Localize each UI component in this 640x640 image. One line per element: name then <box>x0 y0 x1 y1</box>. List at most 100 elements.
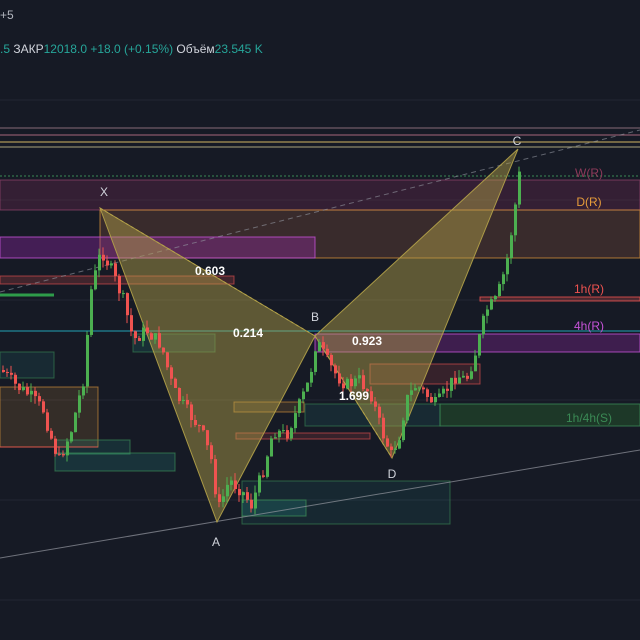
candle-body <box>134 331 137 339</box>
candle-body <box>442 388 445 394</box>
candle-body <box>122 293 125 295</box>
level-label-weekly: W(R) <box>575 166 603 180</box>
candle-body <box>390 446 393 450</box>
candle-body <box>82 386 85 396</box>
candle-body <box>510 235 513 259</box>
candle-body <box>354 378 357 387</box>
candle-body <box>270 438 273 457</box>
candle-body <box>142 327 145 341</box>
candle-body <box>46 412 49 431</box>
one-hour-resistance-zone[interactable] <box>479 296 640 302</box>
candle-body <box>238 489 241 496</box>
ratio-label-xb: 0.214 <box>233 326 263 340</box>
candle-body <box>166 352 169 368</box>
candle-body <box>258 475 261 493</box>
candle-body <box>218 494 221 502</box>
candle-body <box>298 399 301 414</box>
candle-body <box>10 372 13 375</box>
candle-body <box>206 430 209 446</box>
candle-body <box>438 393 441 398</box>
candle-body <box>482 315 485 335</box>
candle-body <box>194 420 197 426</box>
candle-body <box>222 496 225 502</box>
candle-body <box>158 333 161 348</box>
candle-body <box>234 480 237 490</box>
candle-body <box>170 367 173 379</box>
level-label-support: 1h/4h(S) <box>566 411 612 425</box>
ratio-label-abc: 0.923 <box>352 334 382 348</box>
candle-body <box>330 354 333 366</box>
candle-body <box>50 430 53 439</box>
candle-body <box>358 375 361 379</box>
candle-body <box>210 445 213 460</box>
candle-body <box>130 315 133 332</box>
candle-body <box>178 387 181 401</box>
candle-body <box>394 448 397 450</box>
candle-body <box>30 390 33 395</box>
candle-body <box>490 299 493 310</box>
candle-body <box>346 378 349 389</box>
candle-body <box>186 399 189 405</box>
candle-body <box>162 347 165 353</box>
candle-body <box>294 413 297 429</box>
candle-body <box>22 387 25 391</box>
point-label-b: B <box>311 310 319 324</box>
candle-body <box>126 293 129 316</box>
level-label-daily: D(R) <box>576 195 601 209</box>
candle-body <box>498 284 501 297</box>
candle-body <box>474 355 477 372</box>
candle-body <box>182 399 185 401</box>
candle-body <box>226 484 229 497</box>
candle-body <box>26 387 29 395</box>
candle-body <box>58 453 61 455</box>
candle-body <box>42 401 45 413</box>
candle-body <box>386 438 389 447</box>
candle-body <box>434 397 437 403</box>
candle-body <box>70 432 73 442</box>
candle-body <box>98 254 101 271</box>
candle-body <box>198 425 201 427</box>
price-chart[interactable]: X A B C D 0.603 0.214 0.923 1.699 W(R) D… <box>0 0 640 640</box>
point-label-x: X <box>100 185 108 199</box>
candle-body <box>374 401 377 407</box>
candle-body <box>422 387 425 390</box>
candle-body <box>118 276 121 294</box>
candle-body <box>302 391 305 400</box>
candle-body <box>370 391 373 402</box>
candle-body <box>154 333 157 340</box>
candle-body <box>230 480 233 485</box>
weekly-resistance-zone[interactable] <box>0 179 640 211</box>
candle-body <box>174 378 177 388</box>
candle-body <box>254 492 257 509</box>
candle-body <box>34 390 37 397</box>
candle-body <box>322 342 325 349</box>
point-label-a: A <box>212 535 220 549</box>
zone-left-a[interactable] <box>0 351 55 379</box>
candle-body <box>242 492 245 496</box>
level-label-1h: 1h(R) <box>574 282 604 296</box>
candle-body <box>450 377 453 391</box>
candle-body <box>274 437 277 439</box>
candle-body <box>86 334 89 387</box>
candle-body <box>202 425 205 431</box>
candle-body <box>410 390 413 395</box>
candle-body <box>282 430 285 432</box>
candle-body <box>286 430 289 439</box>
candle-body <box>146 327 149 334</box>
candle-body <box>470 371 473 379</box>
candle-body <box>190 404 193 421</box>
candle-body <box>66 441 69 456</box>
candle-body <box>466 375 469 379</box>
point-label-d: D <box>388 467 397 481</box>
ratio-label-xab: 0.603 <box>195 264 225 278</box>
candle-body <box>350 378 353 387</box>
candle-body <box>518 171 521 205</box>
candle-body <box>454 377 457 384</box>
zone-left-d[interactable] <box>54 452 176 472</box>
candle-body <box>342 383 345 389</box>
candle-body <box>38 396 41 402</box>
candle-body <box>6 372 9 374</box>
ratio-label-bcd: 1.699 <box>339 389 369 403</box>
candle-body <box>138 338 141 341</box>
candle-body <box>102 254 105 261</box>
